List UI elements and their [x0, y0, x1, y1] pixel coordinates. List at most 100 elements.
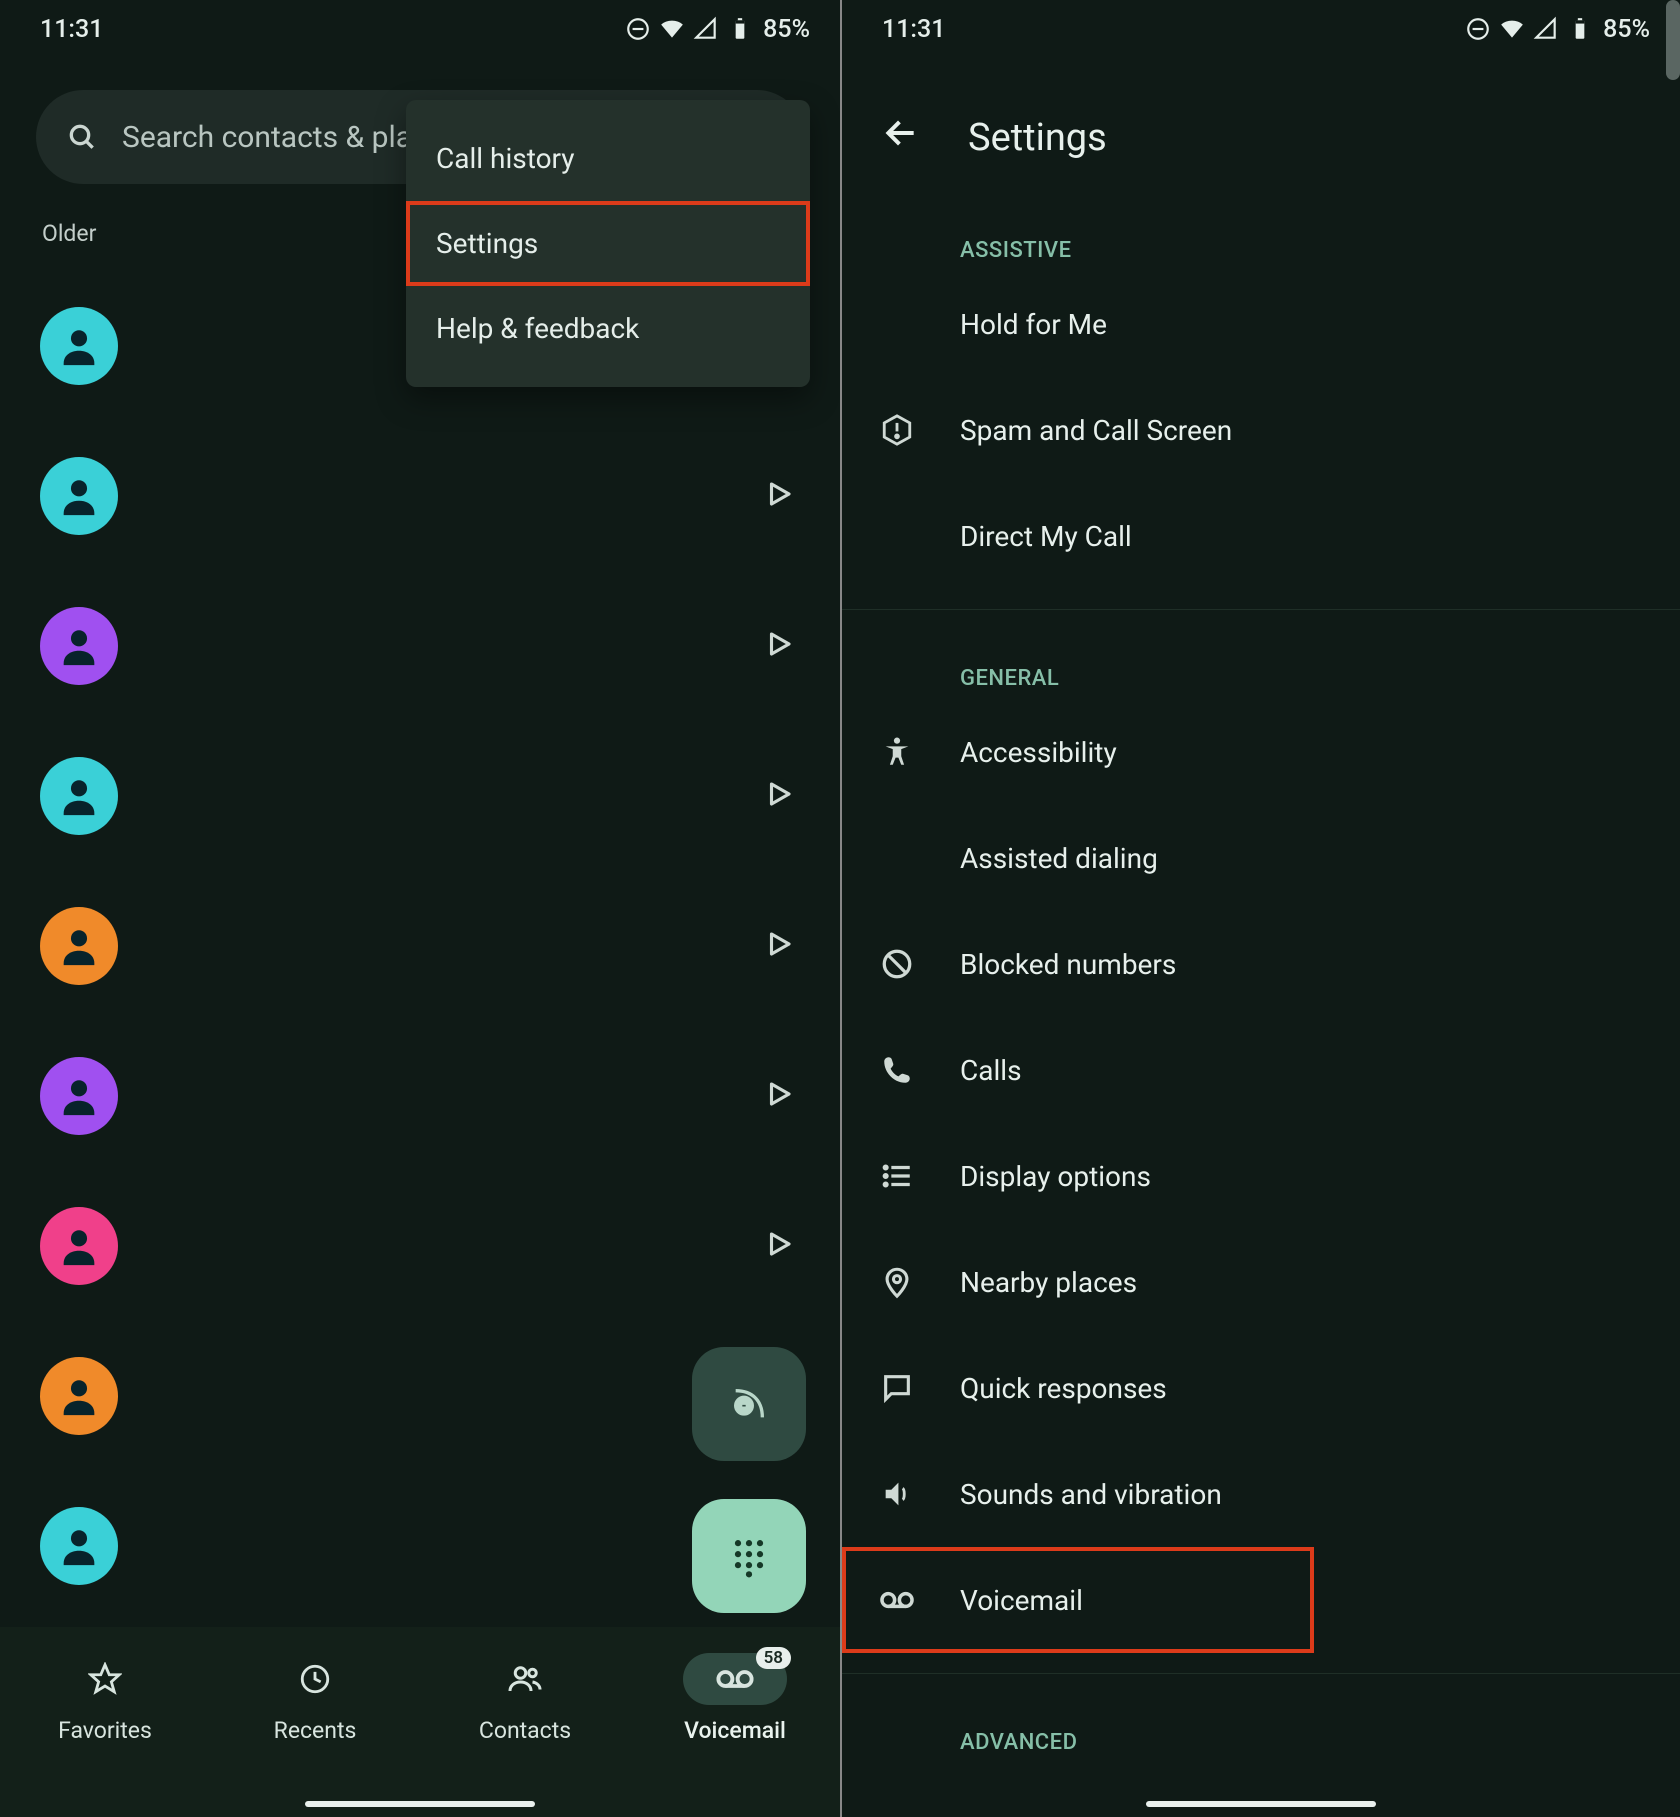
row-label: Display options	[960, 1160, 1151, 1193]
bottom-nav: Favorites Recents Contacts 58 Voicemail	[0, 1627, 840, 1817]
row-calls[interactable]: Calls	[842, 1017, 1680, 1123]
chat-icon	[878, 1369, 916, 1407]
star-icon	[88, 1662, 122, 1696]
overflow-menu: Call history Settings Help & feedback	[406, 100, 810, 387]
row-label: Sounds and vibration	[960, 1478, 1222, 1511]
people-icon	[507, 1661, 543, 1697]
voicemail-row[interactable]	[0, 421, 840, 571]
row-label: Nearby places	[960, 1266, 1137, 1299]
row-nearby-places[interactable]: Nearby places	[842, 1229, 1680, 1335]
alert-icon	[878, 411, 916, 449]
row-label: Blocked numbers	[960, 948, 1176, 981]
row-label: Direct My Call	[960, 520, 1132, 553]
voicemail-icon	[878, 1581, 916, 1619]
scrollbar[interactable]	[1666, 0, 1680, 80]
nav-label: Favorites	[58, 1717, 152, 1744]
row-label: Assisted dialing	[960, 842, 1158, 875]
row-quick-responses[interactable]: Quick responses	[842, 1335, 1680, 1441]
home-indicator[interactable]	[305, 1801, 535, 1807]
volume-icon	[878, 1475, 916, 1513]
contact-avatar[interactable]	[40, 457, 118, 535]
contact-avatar[interactable]	[40, 757, 118, 835]
row-hold-for-me[interactable]: Hold for Me	[842, 271, 1680, 377]
settings-list: ASSISTIVE Hold for Me Spam and Call Scre…	[842, 202, 1680, 1763]
nav-contacts[interactable]: Contacts	[473, 1653, 577, 1744]
voicemail-row[interactable]	[0, 571, 840, 721]
status-icons: 85%	[625, 15, 810, 44]
battery-percent: 85%	[763, 15, 810, 44]
menu-settings[interactable]: Settings	[406, 201, 810, 286]
status-bar: 11:31 85%	[0, 0, 840, 54]
row-voicemail[interactable]: Voicemail	[842, 1547, 1314, 1653]
accessibility-icon	[878, 733, 916, 771]
search-placeholder: Search contacts & pla	[122, 120, 412, 155]
contact-avatar[interactable]	[40, 907, 118, 985]
row-label: Calls	[960, 1054, 1022, 1087]
clock: 11:31	[882, 15, 945, 44]
nav-recents[interactable]: Recents	[263, 1653, 367, 1744]
battery-percent: 85%	[1603, 15, 1650, 44]
contact-avatar[interactable]	[40, 307, 118, 385]
row-assisted-dialing[interactable]: Assisted dialing	[842, 805, 1680, 911]
play-icon[interactable]	[764, 1229, 794, 1263]
row-accessibility[interactable]: Accessibility	[842, 699, 1680, 805]
status-icons: 85%	[1465, 15, 1650, 44]
list-icon	[878, 1157, 916, 1195]
wifi-icon	[1499, 16, 1525, 42]
row-sounds-vibration[interactable]: Sounds and vibration	[842, 1441, 1680, 1547]
dnd-icon	[1465, 16, 1491, 42]
page-title: Settings	[968, 116, 1107, 160]
play-icon[interactable]	[764, 1079, 794, 1113]
row-label: Spam and Call Screen	[960, 414, 1232, 447]
phone-icon	[878, 1051, 916, 1089]
contact-avatar[interactable]	[40, 607, 118, 685]
wifi-icon	[659, 16, 685, 42]
nav-voicemail[interactable]: 58 Voicemail	[683, 1653, 787, 1744]
row-label: Accessibility	[960, 736, 1117, 769]
cat-advanced: ADVANCED	[842, 1694, 1680, 1763]
settings-header: Settings	[842, 54, 1680, 202]
status-bar: 11:31 85%	[842, 0, 1680, 54]
voicemail-screen: 11:31 85% Search contacts & pla Call his…	[0, 0, 840, 1817]
voicemail-row[interactable]	[0, 871, 840, 1021]
battery-icon	[727, 16, 753, 42]
back-button[interactable]	[882, 114, 920, 162]
signal-icon	[1533, 16, 1559, 42]
contact-avatar[interactable]	[40, 1507, 118, 1585]
cat-general: GENERAL	[842, 630, 1680, 699]
row-blocked-numbers[interactable]: Blocked numbers	[842, 911, 1680, 1017]
play-icon[interactable]	[764, 629, 794, 663]
home-indicator[interactable]	[1146, 1801, 1376, 1807]
play-icon[interactable]	[764, 929, 794, 963]
contact-avatar[interactable]	[40, 1057, 118, 1135]
voicemail-row[interactable]	[0, 1021, 840, 1171]
settings-screen: 11:31 85% Settings ASSISTIVE Hold for Me…	[840, 0, 1680, 1817]
row-spam-call-screen[interactable]: Spam and Call Screen	[842, 377, 1680, 483]
location-icon	[878, 1263, 916, 1301]
row-direct-my-call[interactable]: Direct My Call	[842, 483, 1680, 589]
cat-assistive: ASSISTIVE	[842, 202, 1680, 271]
voicemail-row[interactable]	[0, 721, 840, 871]
search-icon	[66, 121, 98, 153]
row-display-options[interactable]: Display options	[842, 1123, 1680, 1229]
fab-dialpad[interactable]	[692, 1499, 806, 1613]
signal-icon	[693, 16, 719, 42]
menu-help-feedback[interactable]: Help & feedback	[406, 286, 810, 371]
voicemail-icon	[714, 1658, 756, 1700]
play-icon[interactable]	[764, 479, 794, 513]
row-label: Voicemail	[960, 1584, 1083, 1617]
nav-label: Recents	[274, 1717, 357, 1744]
contact-avatar[interactable]	[40, 1207, 118, 1285]
nav-favorites[interactable]: Favorites	[53, 1653, 157, 1744]
menu-call-history[interactable]: Call history	[406, 116, 810, 201]
clock: 11:31	[40, 15, 103, 44]
voicemail-badge: 58	[756, 1647, 791, 1669]
fab-video-call[interactable]	[692, 1347, 806, 1461]
nav-label: Voicemail	[684, 1717, 786, 1744]
voicemail-row[interactable]	[0, 1171, 840, 1321]
nav-label: Contacts	[479, 1717, 571, 1744]
play-icon[interactable]	[764, 779, 794, 813]
block-icon	[878, 945, 916, 983]
row-label: Hold for Me	[960, 308, 1107, 341]
contact-avatar[interactable]	[40, 1357, 118, 1435]
